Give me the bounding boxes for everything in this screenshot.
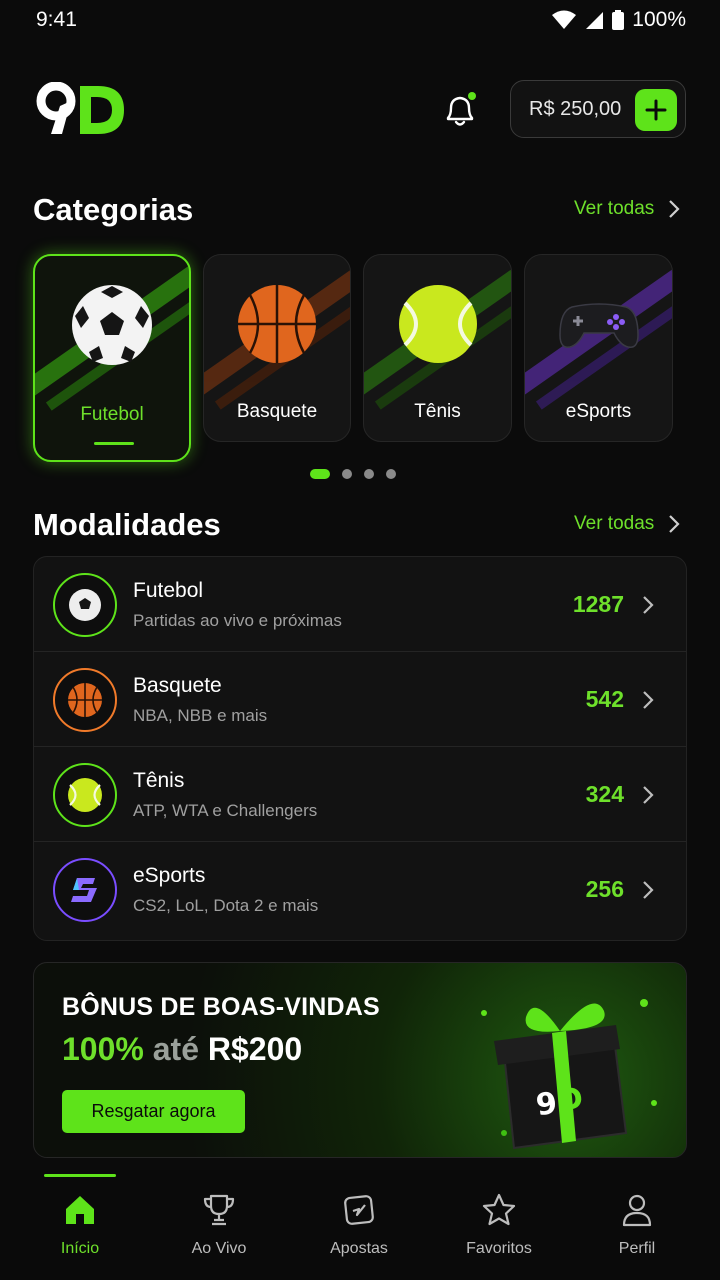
nav-item-ao-vivo[interactable]: Ao Vivo (159, 1192, 279, 1258)
soccer-icon (53, 573, 117, 637)
brand-logo[interactable] (36, 82, 128, 138)
modality-title: Tênis (133, 769, 185, 792)
chevron-right-icon (643, 691, 654, 709)
modality-subtitle: NBA, NBB e mais (133, 706, 268, 725)
modality-subtitle: ATP, WTA e Challengers (133, 801, 318, 820)
tennis-ball-icon (398, 285, 477, 363)
balance-chip[interactable]: R$ 250,00 (510, 80, 686, 138)
plus-icon (645, 99, 667, 121)
category-active-indicator (94, 442, 134, 445)
home-icon (66, 1196, 94, 1224)
modality-count: 542 (585, 686, 624, 712)
banner-offer: 100% até R$200 (62, 1031, 302, 1068)
nav-label: Início (60, 1240, 100, 1257)
modality-count: 1287 (572, 591, 624, 617)
banner-title: BÔNUS DE BOAS-VINDAS (62, 993, 380, 1021)
categories-title: Categorias (33, 192, 194, 227)
star-icon (482, 1193, 516, 1226)
modality-row-tenis[interactable]: Tênis ATP, WTA e Challengers 324 (34, 747, 686, 842)
modality-count: 324 (585, 781, 624, 807)
chevron-right-icon (669, 200, 680, 218)
add-funds-button[interactable] (635, 89, 677, 131)
status-icons: 100% (552, 8, 686, 32)
pagination-dot[interactable] (364, 469, 374, 479)
modality-title: Basquete (133, 674, 222, 697)
user-icon (622, 1194, 652, 1227)
basketball-icon (53, 668, 117, 732)
see-all-label: Ver todas (574, 198, 655, 219)
modality-row-esports[interactable]: eSports CS2, LoL, Dota 2 e mais 256 (34, 842, 686, 937)
trophy-icon (203, 1194, 235, 1226)
pagination-dot[interactable] (386, 469, 396, 479)
chevron-right-icon (669, 515, 680, 533)
modalities-title: Modalidades (33, 507, 221, 542)
esports-logo-icon (53, 858, 117, 922)
categories-see-all-link[interactable]: Ver todas (574, 198, 680, 220)
battery-percent: 100% (632, 8, 686, 31)
modality-count: 256 (585, 876, 624, 902)
pagination-dot-active[interactable] (310, 469, 330, 479)
category-label: Tênis (414, 401, 461, 422)
offer-amount: R$200 (207, 1031, 303, 1067)
modality-title: eSports (133, 864, 206, 887)
category-card-basquete[interactable]: Basquete (203, 254, 351, 442)
notification-bell-icon[interactable] (440, 90, 480, 130)
status-time: 9:41 (36, 8, 77, 31)
gamepad-icon (558, 303, 639, 348)
nav-active-indicator (44, 1174, 116, 1177)
welcome-bonus-banner[interactable]: BÔNUS DE BOAS-VINDAS 100% até R$200 Resg… (33, 962, 687, 1158)
carousel-pagination (310, 469, 396, 479)
nav-label: Perfil (618, 1240, 656, 1257)
category-card-futebol[interactable]: Futebol (33, 254, 191, 462)
soccer-ball-icon (72, 285, 152, 365)
category-label: Basquete (236, 401, 318, 422)
chevron-right-icon (643, 786, 654, 804)
wifi-icon (552, 10, 577, 29)
signal-icon (586, 12, 604, 29)
basketball-icon (238, 285, 316, 363)
balance-amount: R$ 250,00 (529, 97, 622, 120)
offer-percent: 100% (62, 1031, 144, 1067)
chevron-right-icon (643, 881, 654, 899)
category-card-tenis[interactable]: Tênis (363, 254, 512, 442)
modality-subtitle: CS2, LoL, Dota 2 e mais (133, 896, 319, 915)
nav-item-favoritos[interactable]: Favoritos (439, 1192, 559, 1258)
modality-title: Futebol (133, 579, 204, 602)
nav-label: Ao Vivo (191, 1240, 247, 1257)
nav-item-perfil[interactable]: Perfil (577, 1192, 697, 1258)
see-all-label: Ver todas (574, 513, 655, 534)
modalities-see-all-link[interactable]: Ver todas (574, 513, 680, 535)
category-label: Futebol (80, 404, 144, 425)
nav-item-apostas[interactable]: Apostas (299, 1192, 419, 1258)
bottom-navigation: Início Ao Vivo Apostas Favoritos Perfil (0, 1170, 720, 1280)
nav-item-inicio[interactable]: Início (20, 1192, 140, 1258)
nav-label: Favoritos (466, 1240, 532, 1257)
claim-bonus-button[interactable]: Resgatar agora (62, 1090, 245, 1133)
modality-subtitle: Partidas ao vivo e próximas (133, 611, 342, 630)
offer-connector: até (152, 1031, 199, 1067)
modality-row-futebol[interactable]: Futebol Partidas ao vivo e próximas 1287 (34, 557, 686, 652)
pagination-dot[interactable] (342, 469, 352, 479)
tennis-ball-icon (53, 763, 117, 827)
modalities-list: Futebol Partidas ao vivo e próximas 1287… (33, 556, 687, 941)
modality-row-basquete[interactable]: Basquete NBA, NBB e mais 542 (34, 652, 686, 747)
battery-icon (612, 10, 625, 30)
gift-box-icon: 9 D (481, 999, 657, 1150)
ticket-icon (344, 1195, 374, 1225)
category-label: eSports (565, 401, 632, 422)
svg-text:D: D (556, 1081, 586, 1119)
chevron-right-icon (643, 596, 654, 614)
category-card-esports[interactable]: eSports (524, 254, 673, 442)
nav-label: Apostas (330, 1240, 388, 1257)
